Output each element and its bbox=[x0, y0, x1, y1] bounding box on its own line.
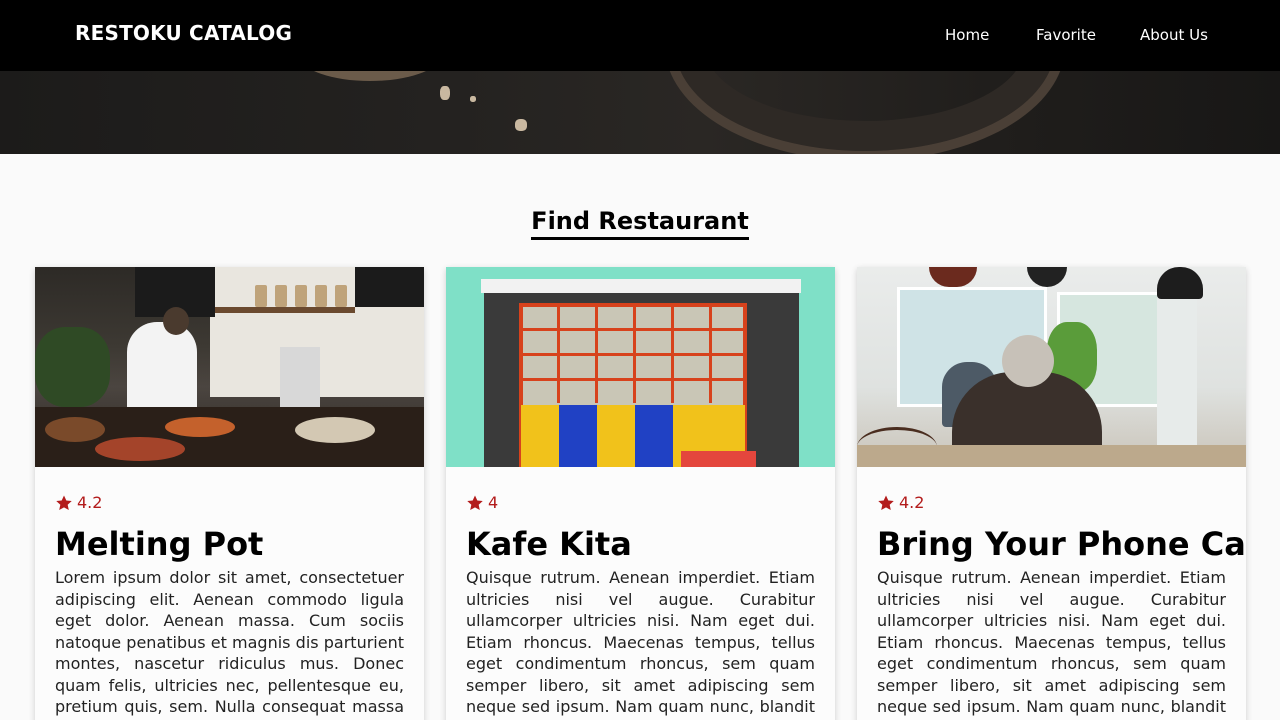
image-panel bbox=[597, 405, 635, 467]
image-jar bbox=[255, 285, 267, 307]
image-chalkboard bbox=[355, 267, 424, 307]
image-jar bbox=[295, 285, 307, 307]
image-food bbox=[295, 417, 375, 443]
rating: 4.2 bbox=[55, 493, 102, 512]
section-title-text: Find Restaurant bbox=[531, 207, 749, 240]
image-panel bbox=[521, 405, 559, 467]
image-shelf bbox=[215, 307, 355, 313]
rating-value: 4.2 bbox=[899, 493, 925, 512]
image-lamp bbox=[929, 267, 977, 287]
restaurant-card[interactable]: 4.2 Bring Your Phone Cafe Quisque rutrum… bbox=[857, 267, 1246, 720]
star-icon bbox=[878, 495, 894, 510]
image-red-block bbox=[681, 451, 756, 467]
restaurant-image bbox=[857, 267, 1246, 467]
restaurant-description: Quisque rutrum. Aenean imperdiet. Etiam … bbox=[466, 568, 815, 720]
image-jar bbox=[315, 285, 327, 307]
section-title: Find Restaurant bbox=[0, 207, 1280, 240]
image-panel bbox=[635, 405, 673, 467]
image-machine bbox=[280, 347, 320, 407]
image-chef bbox=[127, 322, 197, 417]
image-food bbox=[165, 417, 235, 437]
image-person-head bbox=[1002, 335, 1054, 387]
image-table bbox=[857, 445, 1246, 467]
image-jar bbox=[275, 285, 287, 307]
rating-value: 4 bbox=[488, 493, 499, 512]
nav-favorite-link[interactable]: Favorite bbox=[1036, 26, 1096, 44]
hero-crumb bbox=[470, 96, 476, 102]
restaurant-image bbox=[35, 267, 424, 467]
hero-crumb bbox=[440, 86, 450, 100]
restaurant-name[interactable]: Kafe Kita bbox=[466, 525, 632, 563]
nav-home-link[interactable]: Home bbox=[945, 26, 989, 44]
image-chef-head bbox=[163, 307, 189, 335]
hero-plate bbox=[665, 71, 1065, 154]
image-lamp bbox=[1157, 267, 1203, 299]
image-food bbox=[45, 417, 105, 442]
star-icon bbox=[467, 495, 483, 510]
hero-image bbox=[0, 71, 1280, 154]
hero-crumb bbox=[515, 119, 527, 131]
image-plant bbox=[35, 327, 110, 407]
image-panel bbox=[559, 405, 597, 467]
star-icon bbox=[56, 495, 72, 510]
image-awning bbox=[481, 279, 801, 293]
restaurant-image bbox=[446, 267, 835, 467]
restaurant-name[interactable]: Melting Pot bbox=[55, 525, 263, 563]
restaurant-description: Lorem ipsum dolor sit amet, consectetuer… bbox=[55, 568, 404, 720]
rating-value: 4.2 bbox=[77, 493, 103, 512]
hero-bowl bbox=[300, 71, 440, 81]
restaurant-card[interactable]: 4.2 Melting Pot Lorem ipsum dolor sit am… bbox=[35, 267, 424, 720]
nav-about-us-link[interactable]: About Us bbox=[1140, 26, 1208, 44]
rating: 4 bbox=[466, 493, 498, 512]
restaurant-name[interactable]: Bring Your Phone Cafe bbox=[877, 525, 1246, 563]
image-lamp bbox=[1027, 267, 1067, 287]
image-jar bbox=[335, 285, 347, 307]
brand-title: RESTOKU CATALOG bbox=[75, 21, 293, 45]
restaurant-card[interactable]: 4 Kafe Kita Quisque rutrum. Aenean imper… bbox=[446, 267, 835, 720]
restaurant-description: Quisque rutrum. Aenean imperdiet. Etiam … bbox=[877, 568, 1226, 720]
image-pillar bbox=[1157, 297, 1197, 447]
image-window-grid bbox=[519, 303, 747, 403]
navbar: RESTOKU CATALOG Home Favorite About Us bbox=[0, 0, 1280, 71]
rating: 4.2 bbox=[877, 493, 924, 512]
image-food bbox=[95, 437, 185, 461]
